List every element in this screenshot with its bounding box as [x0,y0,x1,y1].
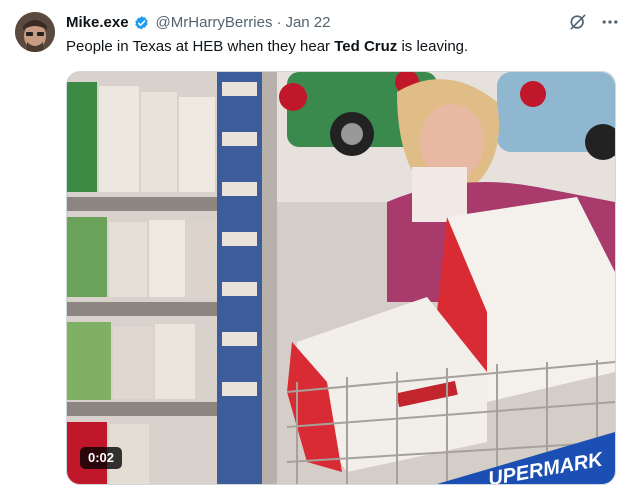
verified-badge-icon [133,15,150,32]
video-timestamp: 0:02 [80,447,123,469]
author-handle[interactable]: @MrHarryBerries [156,13,273,33]
tweet-date[interactable]: Jan 22 [285,13,330,33]
tweet-text-after: is leaving. [397,38,469,55]
author-name[interactable]: Mike.exe [66,13,129,33]
tweet-text-bold: Ted Cruz [334,38,398,55]
tweet-actions [568,12,620,32]
tweet-text: People in Texas at HEB when they hear Te… [66,37,468,57]
separator-dot: · [276,14,282,31]
video-player[interactable]: UPERMARK [66,71,616,485]
avatar[interactable] [15,12,55,52]
more-options-icon[interactable] [600,12,620,32]
grok-icon[interactable] [568,12,588,32]
tweet-header: Mike.exe @MrHarryBerries · Jan 22 [66,13,331,33]
tweet-text-before: People in Texas at HEB when they hear [66,38,335,55]
video-frame: UPERMARK [67,72,615,484]
